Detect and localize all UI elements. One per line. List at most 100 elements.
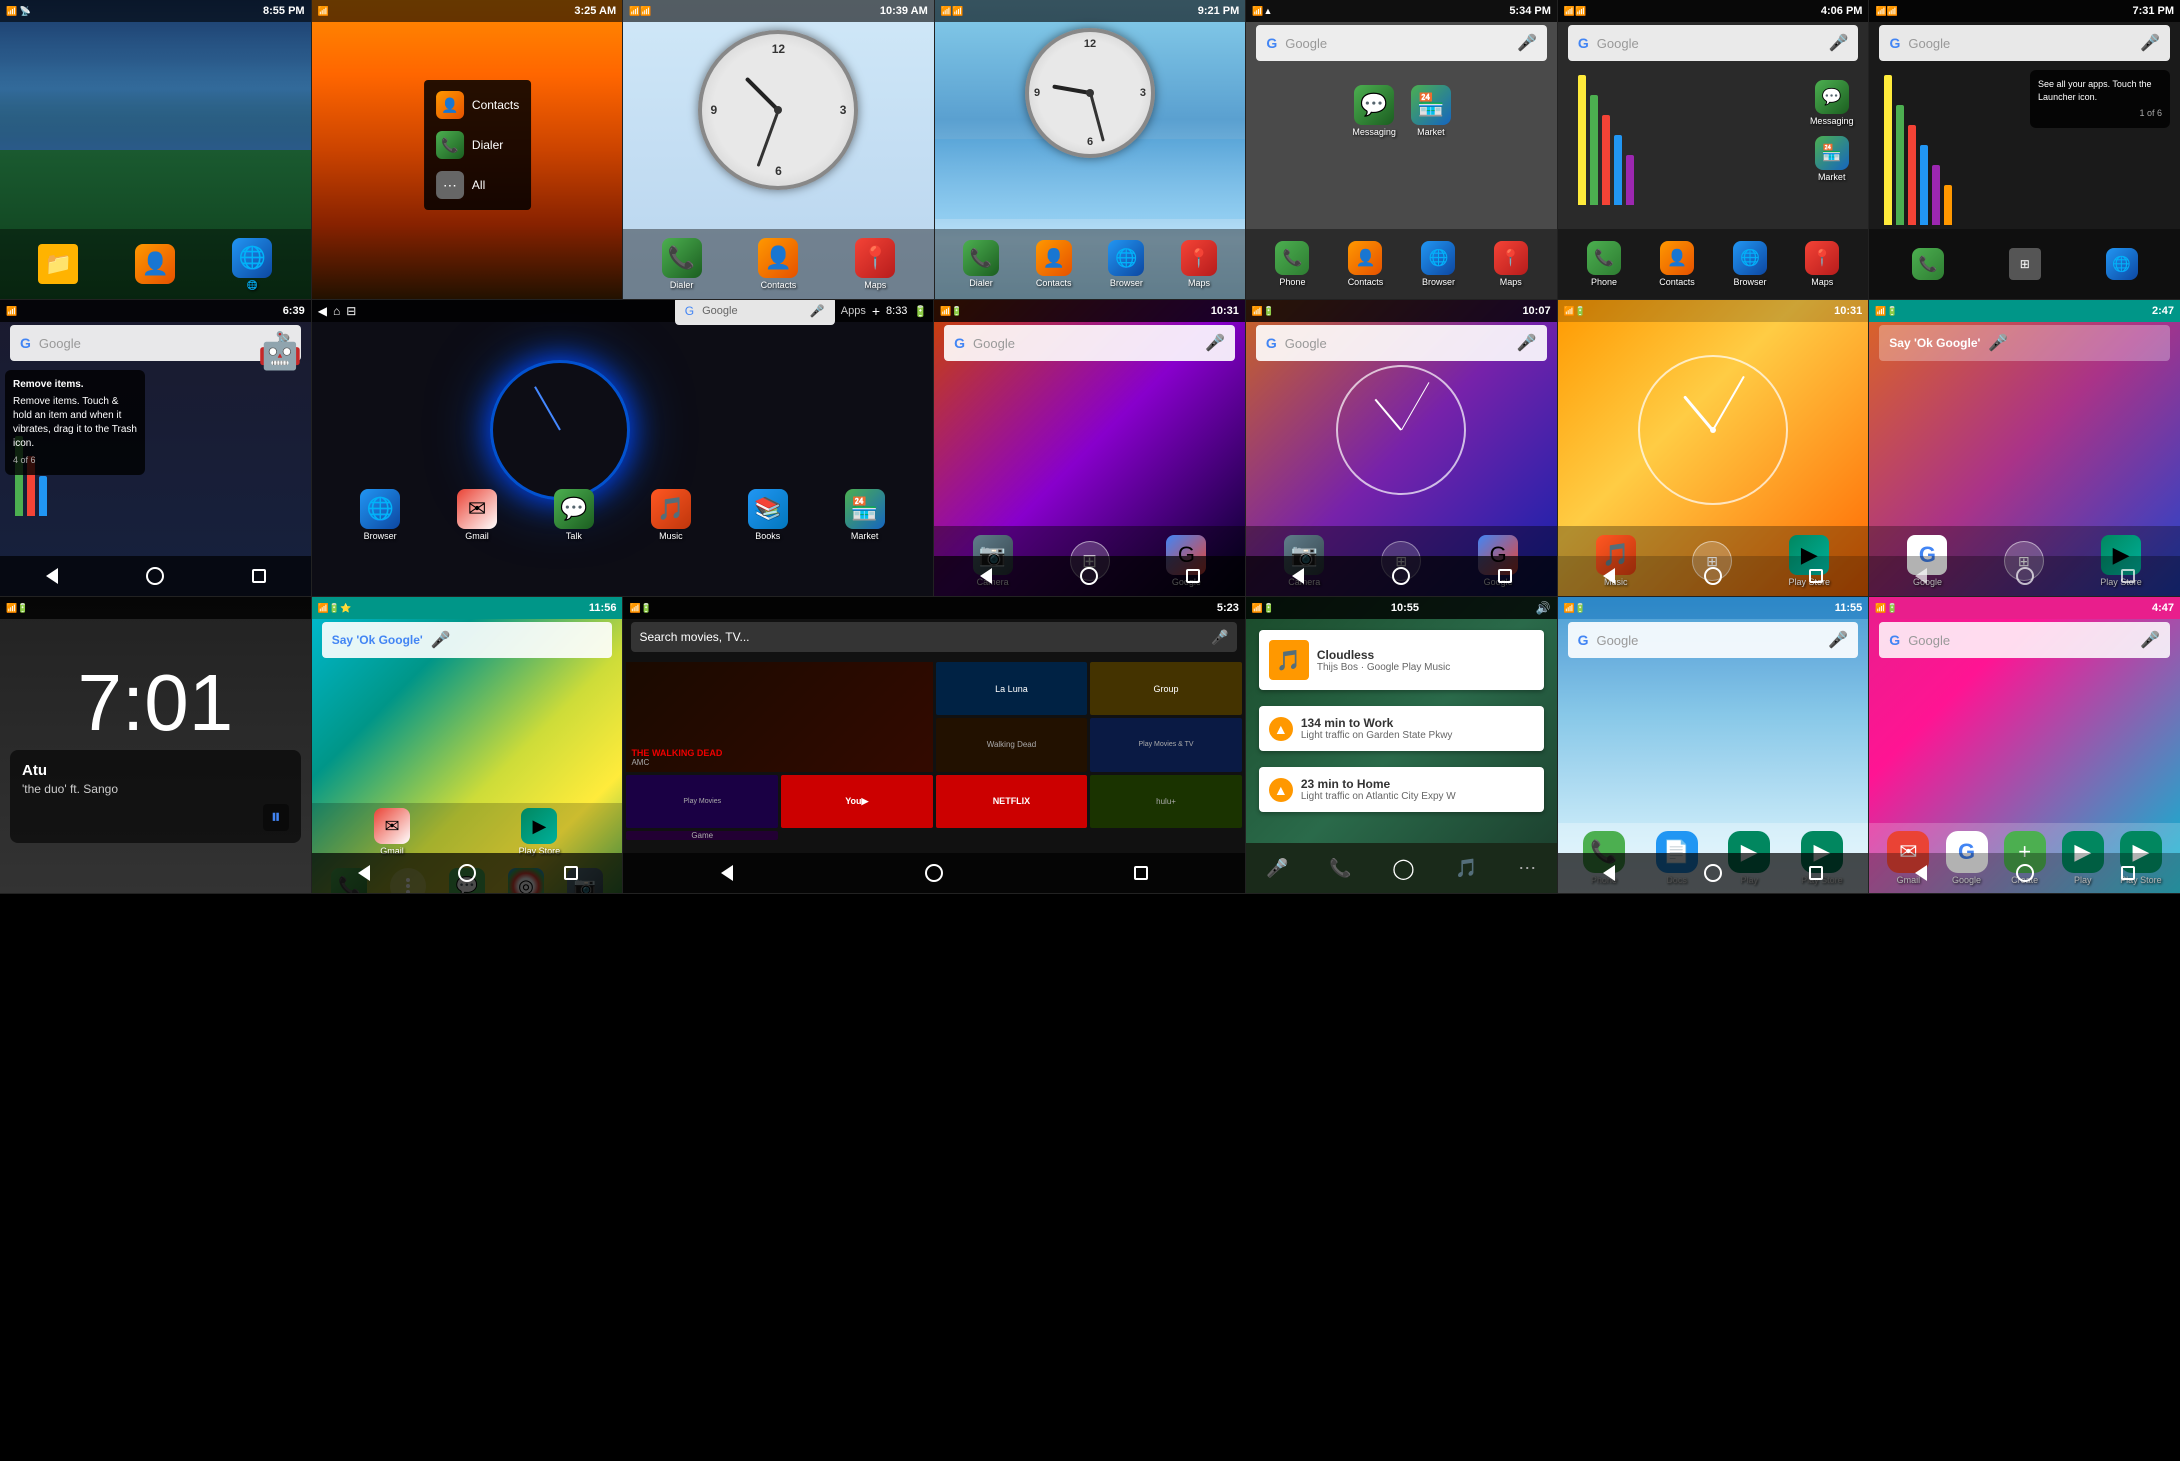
movie-play-tv2[interactable]: Play Movies (626, 775, 778, 828)
more-bottom[interactable]: ⋯ (1518, 858, 1536, 879)
nav-home-r3c5[interactable] (1698, 858, 1728, 888)
screen-r1c3[interactable]: 📶📶 10:39 AM 12 3 6 9 📞 Dial (623, 0, 935, 299)
mic-r2c6[interactable]: 🎤 (1988, 333, 2008, 353)
screen-r1c1[interactable]: 📶 📡 8:55 PM 📁 👤 🌐 🌐 (0, 0, 312, 299)
screen-r3c6[interactable]: 📶🔋 4:47 G Google 🎤 ✉ Gmail G Google (1869, 597, 2180, 893)
phone-r1c6[interactable]: 📞 Phone (1587, 241, 1621, 287)
mic-icon-r1c6[interactable]: 🎤 (1829, 33, 1849, 53)
mic-r3c6[interactable]: 🎤 (2140, 630, 2160, 650)
movie-hulumax[interactable]: hulu+ (1090, 775, 1242, 828)
screen-r1c7[interactable]: 📶📶 7:31 PM G Google 🎤 See all your apps.… (1869, 0, 2180, 299)
nav-recent-r2c1[interactable] (244, 561, 274, 591)
browser-r1c5[interactable]: 🌐 Browser (1421, 241, 1455, 287)
music-r2c2[interactable]: 🎵 Music (651, 489, 691, 541)
browser-r2c2[interactable]: 🌐 Browser (360, 489, 400, 541)
home-bottom[interactable]: ◯ (1392, 856, 1414, 881)
screen-r2c2[interactable]: ◀ ⌂ ⊟ G Google 🎤 Apps + 8:33 🔋 (312, 300, 934, 596)
dock-browser[interactable]: 🌐 🌐 (232, 238, 272, 291)
browser-r1c6[interactable]: 🌐 Browser (1733, 241, 1767, 287)
movie-netflix[interactable]: NETFLIX (936, 775, 1088, 828)
dock-maps-r1c4[interactable]: 📍 Maps (1181, 240, 1217, 288)
mic-r3c5[interactable]: 🎤 (1828, 630, 1848, 650)
nav-back-r3c6[interactable] (1906, 858, 1936, 888)
market-r2c2[interactable]: 🏪 Market (845, 489, 885, 541)
screen-r3c4[interactable]: 📶🔋 10:55 🔊 🎵 Cloudless Thijs Bos · Googl… (1246, 597, 1558, 893)
mic-icon-r1c7[interactable]: 🎤 (2140, 33, 2160, 53)
dock-browser-r1c4[interactable]: 🌐 Browser (1108, 240, 1144, 288)
home-r2c2[interactable]: ⌂ (333, 304, 340, 318)
nav-recent-r3c6[interactable] (2113, 858, 2143, 888)
market-r1c6[interactable]: 🏪 Market (1810, 136, 1854, 182)
nav-home-r2c1[interactable] (140, 561, 170, 591)
add-r2c2[interactable]: + (872, 303, 880, 319)
music-bottom[interactable]: 🎵 (1455, 858, 1477, 879)
launcher-r1c7[interactable]: ⊞ (2009, 248, 2041, 280)
play-pause-btn[interactable]: ⏸ (263, 804, 289, 831)
screen-r2c1[interactable]: 📶 6:39 G Google 🎤 Remove items. Remove i… (0, 300, 312, 596)
screen-r1c6[interactable]: 📶📶 4:06 PM G Google 🎤 💬 Mes (1558, 0, 1870, 299)
search-bar-r2c6[interactable]: Say 'Ok Google' 🎤 (1879, 325, 2170, 361)
nav-back-r3c5[interactable] (1594, 858, 1624, 888)
menu-dialer[interactable]: 📞 Dialer (424, 125, 531, 165)
phone-bottom[interactable]: 📞 (1329, 858, 1351, 879)
search-bar-r3c3[interactable]: Search movies, TV... 🎤 (631, 622, 1236, 652)
nav-back-r2c6[interactable] (1906, 561, 1936, 591)
nav-home-r3c3[interactable] (919, 858, 949, 888)
playstore-r3c2[interactable]: ▶ Play Store (519, 808, 561, 856)
nav-back-r2c4[interactable] (1283, 561, 1313, 591)
nav-recent-r2c4[interactable] (1490, 561, 1520, 591)
nav-card-2[interactable]: ▲ 23 min to Home Light traffic on Atlant… (1259, 767, 1544, 812)
maps-r1c5[interactable]: 📍 Maps (1494, 241, 1528, 287)
search-bar-r3c5[interactable]: G Google 🎤 (1568, 622, 1859, 658)
dock-contacts[interactable]: 👤 (135, 244, 175, 284)
nav-back-r3c2[interactable] (349, 858, 379, 888)
dock-contacts-r1c4[interactable]: 👤 Contacts (1036, 240, 1072, 288)
movie-group[interactable]: Group (1090, 662, 1242, 715)
screen-r1c5[interactable]: 📶▲ 5:34 PM G Google 🎤 💬 Messaging 🏪 (1246, 0, 1558, 299)
search-bar-r3c6[interactable]: G Google 🎤 (1879, 622, 2170, 658)
movie-la-luna[interactable]: La Luna (936, 662, 1088, 715)
dock-contacts-r1c3[interactable]: 👤 Contacts (758, 238, 798, 290)
search-bar-r2c4[interactable]: G Google 🎤 (1256, 325, 1547, 361)
dock-folder[interactable]: 📁 (38, 244, 78, 284)
contacts-r1c6[interactable]: 👤 Contacts (1659, 241, 1695, 287)
gmail-r2c2[interactable]: ✉ Gmail (457, 489, 497, 541)
nav-recent-r3c3[interactable] (1126, 858, 1156, 888)
messaging-icon-r1c5[interactable]: 💬 Messaging (1352, 85, 1396, 137)
menu-contacts[interactable]: 👤 Contacts (424, 85, 531, 125)
nav-back-r3c3[interactable] (712, 858, 742, 888)
recent-r2c2[interactable]: ⊟ (346, 304, 356, 318)
screen-r1c2[interactable]: 📶 3:25 AM 👤 Contacts 📞 Dialer ⋯ All (312, 0, 624, 299)
nav-recent-r3c2[interactable] (556, 858, 586, 888)
nav-home-r2c4[interactable] (1386, 561, 1416, 591)
mic-r2c4[interactable]: 🎤 (1517, 333, 1537, 353)
search-bar-r1c6[interactable]: G Google 🎤 (1568, 25, 1859, 61)
nav-recent-r3c5[interactable] (1801, 858, 1831, 888)
nav-home-r2c6[interactable] (2010, 561, 2040, 591)
dock-maps-r1c3[interactable]: 📍 Maps (855, 238, 895, 290)
screen-r3c3[interactable]: 📶🔋 5:23 Search movies, TV... 🎤 THE WALKI… (623, 597, 1245, 893)
globe-r1c7[interactable]: 🌐 (2106, 248, 2138, 280)
nav-back-r2c5[interactable] (1594, 561, 1624, 591)
mic-r2c3[interactable]: 🎤 (1205, 333, 1225, 353)
screen-r3c2[interactable]: 📶🔋⭐ 11:56 Say 'Ok Google' 🎤 ✉ Gmail ▶ Pl… (312, 597, 624, 893)
nav-recent-r2c5[interactable] (1801, 561, 1831, 591)
nav-home-r3c2[interactable] (452, 858, 482, 888)
movie-youtube[interactable]: You▶ (781, 775, 933, 828)
movie-wd2[interactable]: Walking Dead (936, 718, 1088, 771)
mic-icon-r1c5[interactable]: 🎤 (1517, 33, 1537, 53)
messaging-r1c6[interactable]: 💬 Messaging (1810, 80, 1854, 126)
menu-all[interactable]: ⋯ All (424, 165, 531, 205)
nav-home-r2c5[interactable] (1698, 561, 1728, 591)
talk-r2c2[interactable]: 💬 Talk (554, 489, 594, 541)
nav-home-r2c3[interactable] (1074, 561, 1104, 591)
mic-r2c2[interactable]: 🎤 (810, 304, 825, 318)
nav-back-r2c1[interactable] (37, 561, 67, 591)
dock-dialer-r1c3[interactable]: 📞 Dialer (662, 238, 702, 290)
nav-home-r3c6[interactable] (2010, 858, 2040, 888)
screen-r2c6[interactable]: 📶🔋 2:47 Say 'Ok Google' 🎤 G Google ⊞ ▶ P… (1869, 300, 2180, 596)
screen-r1c4[interactable]: 📶📶 9:21 PM 12 3 6 9 📞 (935, 0, 1247, 299)
screen-r3c5[interactable]: 📶🔋 11:55 G Google 🎤 📞 Phone 📄 Docs (1558, 597, 1870, 893)
back-r2c2[interactable]: ◀ (318, 304, 327, 318)
market-icon-r1c5[interactable]: 🏪 Market (1411, 85, 1451, 137)
